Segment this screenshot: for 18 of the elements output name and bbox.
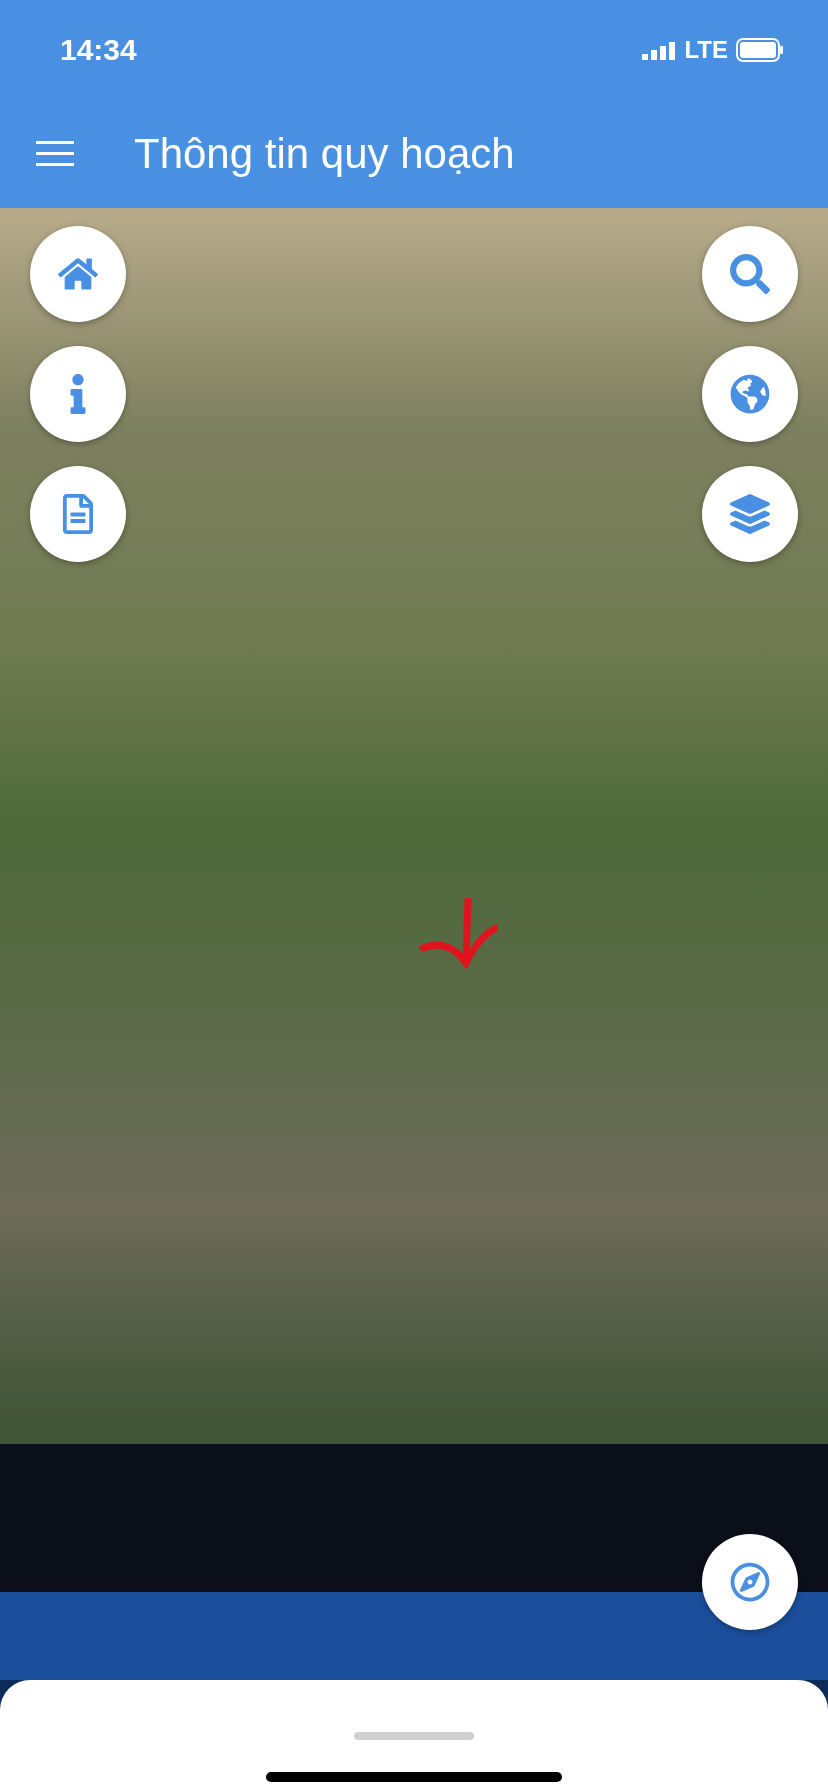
document-button[interactable] — [30, 466, 126, 562]
battery-icon — [736, 38, 784, 62]
network-label: LTE — [684, 36, 728, 64]
screen-title: Thông tin quy hoạch — [134, 130, 515, 178]
status-time: 14:34 — [60, 33, 137, 67]
home-button[interactable] — [30, 226, 126, 322]
satellite-map[interactable] — [0, 208, 828, 1680]
sheet-handle[interactable] — [354, 1732, 474, 1740]
globe-icon — [730, 374, 770, 414]
globe-button[interactable] — [702, 346, 798, 442]
info-button[interactable] — [30, 346, 126, 442]
signal-icon — [642, 40, 677, 60]
search-icon — [730, 254, 770, 294]
compass-icon — [730, 1562, 770, 1602]
search-button[interactable] — [702, 226, 798, 322]
layers-icon — [730, 494, 770, 534]
menu-icon[interactable] — [36, 141, 74, 167]
layers-button[interactable] — [702, 466, 798, 562]
